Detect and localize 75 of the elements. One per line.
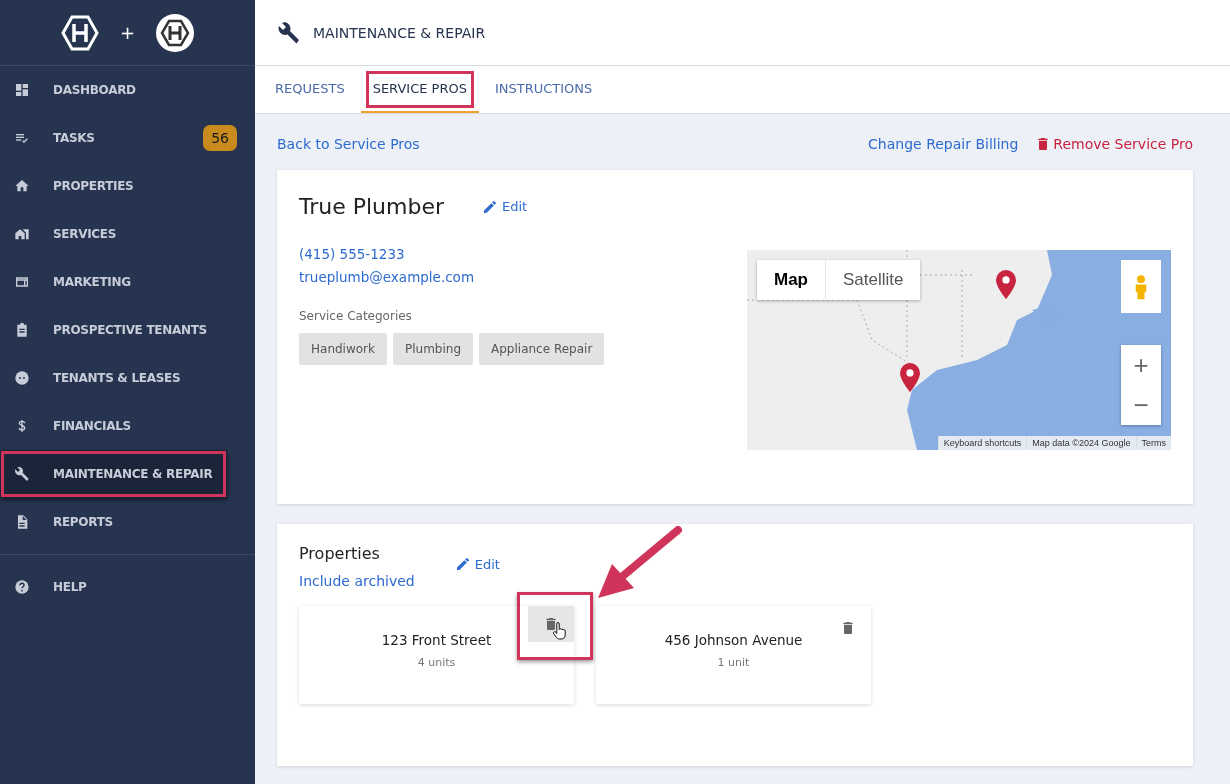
map-type-button[interactable]: Map — [757, 260, 826, 300]
include-archived-link[interactable]: Include archived — [299, 573, 415, 589]
email-link[interactable]: trueplumb@example.com — [299, 266, 605, 289]
unit-count: 4 units — [417, 655, 456, 669]
nav-label: PROSPECTIVE TENANTS — [53, 323, 208, 337]
wrench-icon — [14, 466, 30, 482]
edit-link[interactable]: Edit — [454, 556, 500, 572]
categories-label: Service Categories — [299, 309, 413, 323]
nav-item[interactable]: DASHBOARD — [0, 66, 255, 114]
nav-item[interactable]: TASKS 56 — [0, 114, 255, 162]
zoom-in-button[interactable]: + — [1121, 345, 1161, 385]
map-pin-icon — [995, 270, 1017, 299]
nav-item[interactable]: HELP — [0, 563, 255, 611]
nav-label: PROPERTIES — [53, 179, 135, 193]
person-icon — [1134, 272, 1148, 301]
property-name: 123 Front Street — [381, 631, 492, 648]
nav-label: HELP — [53, 580, 88, 594]
nav-item[interactable]: MAINTENANCE & REPAIR — [0, 450, 227, 498]
help-icon — [14, 579, 30, 595]
category-chip: Plumbing — [393, 333, 474, 365]
pencil-icon — [482, 198, 499, 215]
map-attribution-link[interactable]: Map data ©2024 Google — [1026, 436, 1136, 450]
count-badge: 56 — [203, 125, 237, 151]
wrench-icon — [277, 20, 301, 45]
phone-link[interactable]: (415) 555-1233 — [299, 243, 605, 266]
nav-item[interactable]: PROSPECTIVE TENANTS — [0, 306, 255, 354]
nav-label: TENANTS & LEASES — [53, 371, 182, 385]
trash-icon — [543, 616, 559, 632]
nav-item[interactable]: MARKETING — [0, 258, 255, 306]
nav-label: DASHBOARD — [53, 83, 137, 97]
logo-plus: + — [119, 22, 136, 43]
tab[interactable]: SERVICE PROS — [360, 66, 479, 113]
map-type-button[interactable]: Satellite — [826, 260, 921, 300]
property-name: 456 Johnson Avenue — [664, 631, 803, 648]
property-card[interactable]: 456 Johnson Avenue 1 unit — [596, 606, 871, 704]
nav-label: FINANCIALS — [53, 419, 132, 433]
tab[interactable]: REQUESTS — [263, 66, 357, 113]
hand-cursor-icon — [552, 622, 568, 640]
delete-button[interactable] — [528, 606, 574, 642]
nav-item[interactable]: SERVICES — [0, 210, 255, 258]
nav-label: SERVICES — [53, 227, 118, 241]
map-attribution-link[interactable]: Keyboard shortcuts — [937, 436, 1027, 450]
circle-logo-icon — [155, 12, 196, 53]
nav-label: REPORTS — [53, 515, 114, 529]
clipboard-icon — [14, 322, 30, 338]
nav-label: MARKETING — [53, 275, 132, 289]
nav-item[interactable]: REPORTS — [0, 498, 255, 546]
remove-link[interactable]: Remove Service Pro — [1035, 136, 1193, 152]
property-card[interactable]: 123 Front Street 4 units — [299, 606, 574, 704]
nav-label: TASKS — [53, 131, 96, 145]
edit-link[interactable]: Edit — [482, 198, 528, 215]
zoom-out-button[interactable]: − — [1121, 385, 1161, 425]
pencil-icon — [454, 556, 471, 572]
properties-title: Properties — [299, 544, 381, 563]
back-link[interactable]: Back to Service Pros — [277, 136, 420, 152]
nav-item[interactable]: PROPERTIES — [0, 162, 255, 210]
house-icon — [14, 178, 30, 194]
nav-label: MAINTENANCE & REPAIR — [53, 467, 214, 481]
nav-item[interactable]: TENANTS & LEASES — [0, 354, 255, 402]
category-chip: Handiwork — [299, 333, 387, 365]
trash-icon — [840, 620, 856, 636]
map-attribution-link[interactable]: Terms — [1135, 436, 1171, 450]
service-pro-name: True Plumber — [299, 194, 445, 219]
unit-count: 1 unit — [717, 655, 750, 669]
tab[interactable]: INSTRUCTIONS — [482, 66, 605, 113]
nav-item[interactable]: FINANCIALS — [0, 402, 255, 450]
card-icon — [14, 274, 30, 290]
category-chip: Appliance Repair — [479, 333, 605, 365]
page-title: MAINTENANCE & REPAIR — [313, 24, 486, 41]
dashboard-icon — [14, 82, 30, 98]
buildings-icon — [14, 226, 30, 242]
face-icon — [14, 370, 30, 386]
billing-link[interactable]: Change Repair Billing — [868, 136, 1019, 152]
map[interactable]: Map Satellite + − Keyboard shortcuts Map data ©2024 Google Terms — [747, 250, 1171, 450]
map-pin-icon — [899, 363, 921, 392]
